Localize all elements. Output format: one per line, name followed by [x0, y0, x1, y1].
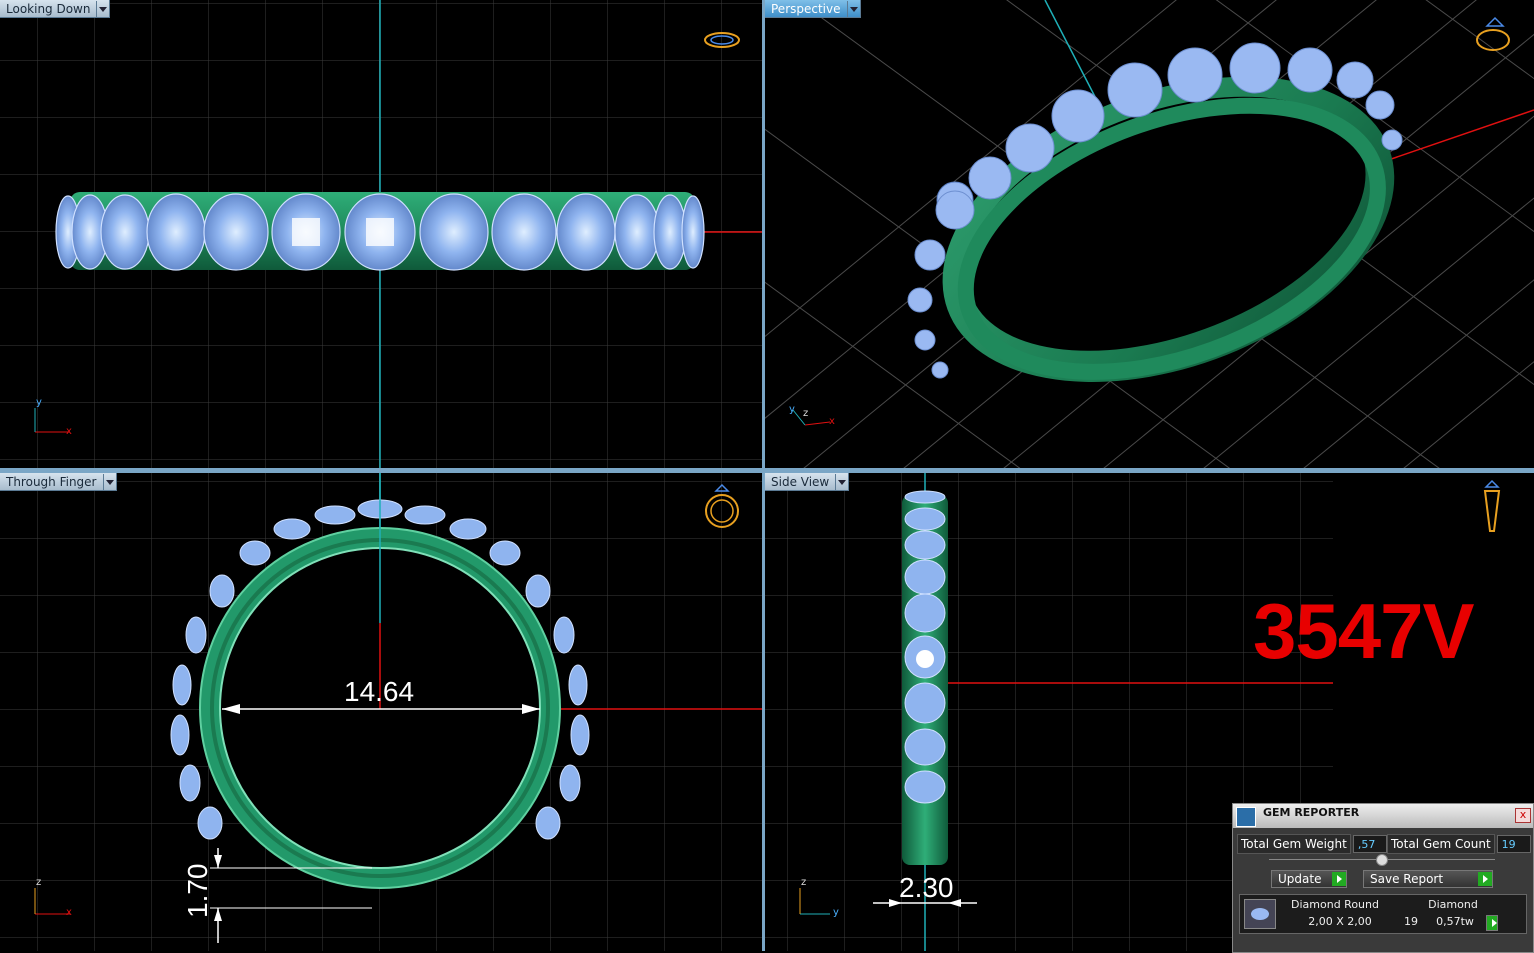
viewport-splitter-vertical[interactable]	[762, 0, 765, 951]
gem-reporter-title: GEM REPORTER	[1263, 806, 1360, 819]
update-button-label: Update	[1278, 872, 1322, 886]
model-code: 3547V	[1253, 587, 1475, 675]
gem-weight: 0,57tw	[1436, 915, 1474, 928]
axis-z-label: z	[801, 877, 807, 888]
total-gem-count-label: Total Gem Count	[1387, 834, 1495, 854]
gem-reporter-titlebar[interactable]: GEM REPORTER x	[1233, 804, 1533, 828]
save-report-button-label: Save Report	[1370, 872, 1444, 886]
save-report-button[interactable]: Save Report	[1363, 870, 1493, 888]
axis-z-label: z	[803, 408, 809, 419]
gem-reporter-panel: GEM REPORTER x Total Gem Weight ,57 Tota…	[1232, 803, 1534, 953]
viewport-splitter-horizontal[interactable]	[0, 468, 1534, 473]
diamond-thumbnail-icon	[1244, 899, 1276, 929]
through-finger-canvas	[0, 473, 762, 951]
gem-row-go-button[interactable]	[1486, 915, 1498, 931]
band-width-dimension: 2.30	[899, 872, 954, 903]
looking-down-canvas	[0, 0, 762, 468]
gem-list-row[interactable]: Diamond Round Diamond 2,00 X 2,00 19 0,5…	[1239, 894, 1527, 934]
viewport-dropdown-icon[interactable]	[846, 0, 860, 17]
play-icon	[1478, 872, 1492, 886]
axis-x-label: x	[66, 907, 72, 918]
band-thickness-dimension: 1.70	[182, 863, 213, 919]
gem-material-header: Diamond	[1428, 898, 1478, 911]
total-gem-weight-field[interactable]: ,57	[1352, 835, 1387, 853]
play-icon	[1332, 872, 1346, 886]
viewport-label-through-finger[interactable]: Through Finger	[0, 473, 117, 491]
gem-type-header: Diamond Round	[1291, 898, 1379, 911]
total-gem-weight-label: Total Gem Weight	[1237, 834, 1351, 854]
orientation-ring-icon	[1483, 479, 1501, 532]
play-icon	[1487, 916, 1497, 930]
perspective-canvas	[765, 0, 1534, 468]
viewport-dropdown-icon[interactable]	[96, 0, 109, 17]
splitter-knob-icon[interactable]	[1376, 854, 1388, 866]
axis-x-label: x	[66, 426, 72, 437]
axis-y-label: y	[833, 907, 839, 918]
viewport-dropdown-icon[interactable]	[835, 473, 848, 490]
viewport-label-perspective[interactable]: Perspective	[765, 0, 861, 18]
viewport-label-side-view[interactable]: Side View	[765, 473, 850, 491]
viewport-label-looking-down[interactable]: Looking Down	[0, 0, 111, 18]
close-icon[interactable]: x	[1515, 808, 1531, 823]
axis-y-label: y	[36, 397, 42, 408]
gem-size: 2,00 X 2,00	[1308, 915, 1372, 928]
viewport-perspective[interactable]: Perspective y z x	[765, 0, 1534, 468]
axis-z-label: z	[36, 877, 42, 888]
viewport-through-finger[interactable]: Through Finger 14.64 1.70 z x	[0, 473, 762, 951]
inner-diameter-dimension: 14.64	[344, 676, 415, 707]
axis-x-label: x	[829, 416, 835, 427]
total-gem-count-field[interactable]: 19	[1496, 835, 1531, 853]
gem-reporter-logo-icon	[1236, 807, 1256, 827]
axis-y-label: y	[789, 404, 795, 415]
viewport-dropdown-icon[interactable]	[102, 473, 116, 490]
orientation-ring-icon	[1476, 16, 1510, 51]
viewport-looking-down[interactable]: Looking Down y x	[0, 0, 762, 468]
gem-count: 19	[1404, 915, 1418, 928]
update-button[interactable]: Update	[1271, 870, 1347, 888]
